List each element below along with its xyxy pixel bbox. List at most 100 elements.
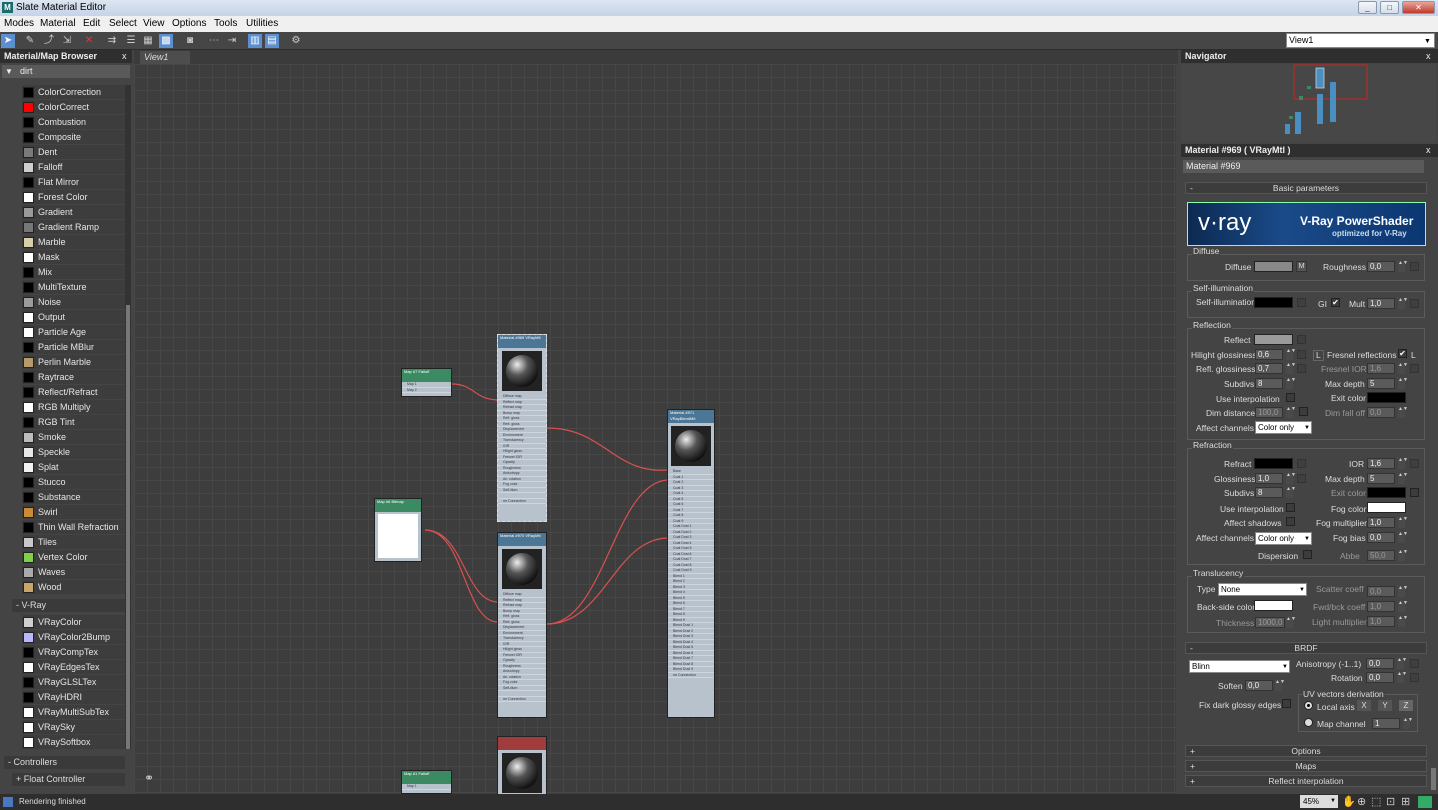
refl-affect-channels-dropdown[interactable]: Color only ▼: [1255, 421, 1312, 434]
refl-max-depth-spinner[interactable]: 5: [1367, 378, 1395, 389]
map-item[interactable]: Composite: [22, 130, 125, 144]
map-item[interactable]: Mix: [22, 265, 125, 279]
refract-map-button[interactable]: [1297, 459, 1306, 468]
spinner-arrows-icon[interactable]: ▲▼: [1397, 672, 1407, 683]
fresnel-lock-button[interactable]: L: [1411, 350, 1416, 360]
fwd-bck-coeff-spinner[interactable]: 1,0: [1367, 601, 1395, 612]
spinner-arrows-icon[interactable]: ▲▼: [1398, 363, 1408, 374]
rollout-basic-parameters[interactable]: - Basic parameters: [1185, 182, 1427, 194]
show-background-icon[interactable]: ◙: [183, 34, 197, 48]
map-item[interactable]: RGB Tint: [22, 415, 125, 429]
map-item[interactable]: Waves: [22, 565, 125, 579]
spinner-arrows-icon[interactable]: ▲▼: [1286, 473, 1296, 484]
assign-material-icon[interactable]: ⇲: [60, 34, 74, 48]
light-multiplier-spinner[interactable]: 1,0: [1367, 616, 1395, 627]
fog-color-swatch[interactable]: [1367, 502, 1406, 513]
tab-view1[interactable]: View1: [140, 51, 190, 64]
anisotropy-map-button[interactable]: [1410, 659, 1419, 668]
spinner-arrows-icon[interactable]: ▲▼: [1275, 680, 1285, 691]
map-item[interactable]: Flat Mirror: [22, 175, 125, 189]
map-item[interactable]: Gradient Ramp: [22, 220, 125, 234]
map-item[interactable]: Dent: [22, 145, 125, 159]
menu-view[interactable]: View: [143, 18, 165, 29]
menu-utilities[interactable]: Utilities: [246, 18, 278, 29]
binoculars-icon[interactable]: ⚭: [144, 771, 154, 785]
map-item[interactable]: VRayGLSLTex: [22, 675, 125, 689]
spinner-arrows-icon[interactable]: ▲▼: [1286, 617, 1296, 628]
refr-glossiness-spinner[interactable]: 1,0: [1255, 473, 1283, 484]
reflect-map-button[interactable]: [1297, 335, 1306, 344]
affect-shadows-checkbox[interactable]: [1286, 517, 1295, 526]
refr-exit-color-checkbox[interactable]: [1410, 488, 1419, 497]
map-item[interactable]: Reflect/Refract: [22, 385, 125, 399]
pan-hand-icon[interactable]: ✋: [1342, 794, 1356, 810]
minimize-button[interactable]: _: [1358, 1, 1377, 14]
spinner-arrows-icon[interactable]: ▲▼: [1286, 363, 1296, 374]
param-editor-close-icon[interactable]: x: [1426, 144, 1431, 157]
map-item[interactable]: VRayColor2Bump: [22, 630, 125, 644]
fresnel-ior-spinner[interactable]: 1,6: [1367, 363, 1395, 374]
zoom-dropdown[interactable]: 45% ▼: [1300, 795, 1338, 808]
rollout-brdf[interactable]: - BRDF: [1185, 642, 1427, 654]
view-select-dropdown[interactable]: View1 ▼: [1286, 33, 1435, 48]
mult-spinner[interactable]: 1,0: [1367, 298, 1395, 309]
rotation-spinner[interactable]: 0,0: [1366, 672, 1394, 683]
roughness-map-button[interactable]: [1410, 262, 1419, 271]
node-map7-falloff[interactable]: Map #7 Falloff Map 1 Map 2: [401, 368, 452, 397]
map-item[interactable]: Raytrace: [22, 370, 125, 384]
node-material969-vraymtl[interactable]: Material #969 VRayMtl Diffuse map Reflect…: [497, 334, 547, 522]
spinner-arrows-icon[interactable]: ▲▼: [1398, 586, 1408, 597]
map-item[interactable]: VRayMultiSubTex: [22, 705, 125, 719]
map-item[interactable]: RGB Multiply: [22, 400, 125, 414]
node-map6-bitmap[interactable]: Map #6 Bitmap: [374, 498, 422, 562]
map-item[interactable]: Vertex Color: [22, 550, 125, 564]
pick-material-icon[interactable]: ✎: [23, 34, 37, 48]
browser-close-icon[interactable]: x: [122, 50, 127, 63]
layout-all-icon[interactable]: ⋯: [207, 34, 221, 48]
soften-spinner[interactable]: 0,0: [1245, 680, 1273, 691]
dispersion-checkbox[interactable]: [1303, 550, 1312, 559]
dim-falloff-spinner[interactable]: 0,0: [1367, 407, 1395, 418]
refr-use-interpolation-checkbox[interactable]: [1286, 503, 1295, 512]
param-scrollbar-thumb[interactable]: [1431, 768, 1436, 790]
fog-multiplier-spinner[interactable]: 1,0: [1367, 517, 1395, 528]
navigator-close-icon[interactable]: x: [1426, 50, 1431, 63]
put-to-scene-icon[interactable]: ⤴: [42, 34, 56, 48]
map-item[interactable]: Marble: [22, 235, 125, 249]
node-canvas[interactable]: Map #7 Falloff Map 1 Map 2 Material #969 …: [134, 64, 1176, 796]
rotation-map-button[interactable]: [1410, 673, 1419, 682]
move-children-icon[interactable]: ⇉: [105, 34, 119, 48]
dim-distance-spinner[interactable]: 100,0: [1255, 407, 1283, 418]
refl-use-interpolation-checkbox[interactable]: [1286, 393, 1295, 402]
diffuse-map-button[interactable]: M: [1296, 261, 1307, 272]
abbe-spinner[interactable]: 50,0: [1367, 550, 1395, 561]
spinner-arrows-icon[interactable]: ▲▼: [1398, 532, 1408, 543]
roughness-spinner[interactable]: 0,0: [1367, 261, 1395, 272]
spinner-arrows-icon[interactable]: ▲▼: [1398, 616, 1408, 627]
node-slot[interactable]: Map 2: [402, 388, 451, 393]
refr-gloss-map-button[interactable]: [1297, 474, 1306, 483]
menu-edit[interactable]: Edit: [83, 18, 100, 29]
axis-y-button[interactable]: Y: [1378, 700, 1392, 711]
menu-select[interactable]: Select: [109, 18, 137, 29]
spinner-arrows-icon[interactable]: ▲▼: [1286, 407, 1296, 418]
map-item[interactable]: Gradient: [22, 205, 125, 219]
selfillum-map-button[interactable]: [1297, 298, 1306, 307]
node-slot[interactable]: mr Connection: [498, 697, 546, 702]
parameter-editor-toggle-icon[interactable]: ▤: [265, 34, 279, 48]
spinner-arrows-icon[interactable]: ▲▼: [1398, 601, 1408, 612]
map-item[interactable]: Speckle: [22, 445, 125, 459]
maximize-button[interactable]: □: [1380, 1, 1399, 14]
hide-unused-slots-icon[interactable]: ☰: [124, 34, 138, 48]
zoom-selected-icon[interactable]: ⊞: [1401, 794, 1410, 810]
fix-dark-glossy-edges-checkbox[interactable]: [1282, 699, 1291, 708]
refract-color-swatch[interactable]: [1254, 458, 1293, 469]
zoom-region-icon[interactable]: ⬚: [1371, 794, 1381, 810]
map-item[interactable]: VRayColor: [22, 615, 125, 629]
map-item[interactable]: Swirl: [22, 505, 125, 519]
map-item[interactable]: Particle Age: [22, 325, 125, 339]
refr-affect-channels-dropdown[interactable]: Color only ▼: [1255, 532, 1312, 545]
local-axis-radio[interactable]: [1304, 701, 1313, 710]
map-item[interactable]: ColorCorrection: [22, 85, 125, 99]
map-item[interactable]: Tiles: [22, 535, 125, 549]
